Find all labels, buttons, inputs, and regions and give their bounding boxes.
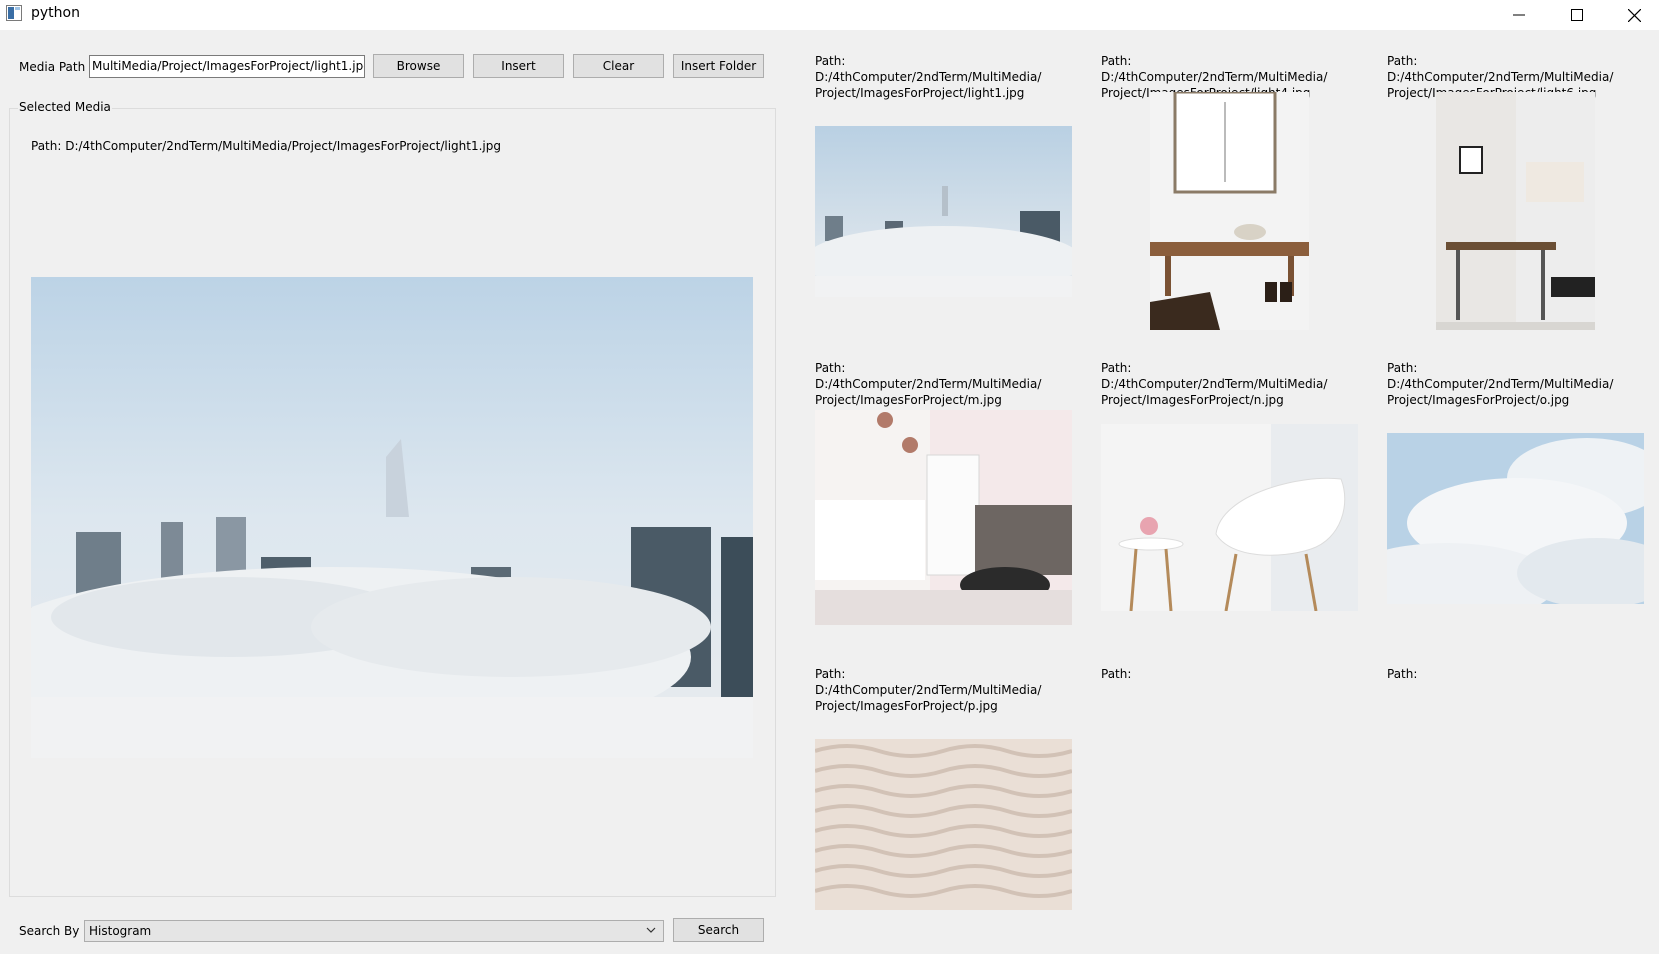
result-image-n[interactable] [1101,424,1358,611]
insert-folder-button[interactable]: Insert Folder [673,54,764,78]
search-by-label: Search By [19,924,80,938]
close-icon [1627,8,1641,22]
browse-button[interactable]: Browse [373,54,464,78]
result-path: Path: D:/4thComputer/2ndTerm/MultiMedia/… [815,667,1042,713]
maximize-icon [1571,9,1583,21]
result-image-light1[interactable] [815,126,1072,297]
result-image-o[interactable] [1387,433,1644,604]
result-image-m[interactable] [815,410,1072,625]
clear-button[interactable]: Clear [573,54,664,78]
selected-media-image [31,277,753,758]
result-path: Path: D:/4thComputer/2ndTerm/MultiMedia/… [815,54,1042,100]
result-path: Path: D:/4thComputer/2ndTerm/MultiMedia/… [1387,361,1614,407]
media-path-label: Media Path [19,60,86,74]
result-path: Path: D:/4thComputer/2ndTerm/MultiMedia/… [815,361,1042,407]
result-path: Path: [1387,667,1418,681]
result-image-light6[interactable] [1436,92,1595,330]
search-by-select[interactable]: Histogram [84,920,664,942]
result-image-p[interactable] [815,739,1072,910]
maximize-button[interactable] [1548,0,1606,30]
chevron-down-icon [646,927,656,933]
title-bar: python [0,0,1659,30]
media-path-input[interactable]: MultiMedia/Project/ImagesForProject/ligh… [89,55,365,78]
result-image-light4[interactable] [1150,92,1309,330]
window-title: python [31,5,80,21]
app-icon [6,5,22,21]
search-button[interactable]: Search [673,918,764,942]
close-button[interactable] [1605,0,1659,30]
result-path: Path: [1101,667,1132,681]
search-by-value: Histogram [89,924,152,938]
insert-button[interactable]: Insert [473,54,564,78]
minimize-icon [1513,14,1525,16]
result-path: Path: D:/4thComputer/2ndTerm/MultiMedia/… [1101,361,1328,407]
minimize-button[interactable] [1490,0,1548,30]
selected-media-title: Selected Media [18,100,112,114]
selected-media-path: Path: D:/4thComputer/2ndTerm/MultiMedia/… [31,139,501,153]
